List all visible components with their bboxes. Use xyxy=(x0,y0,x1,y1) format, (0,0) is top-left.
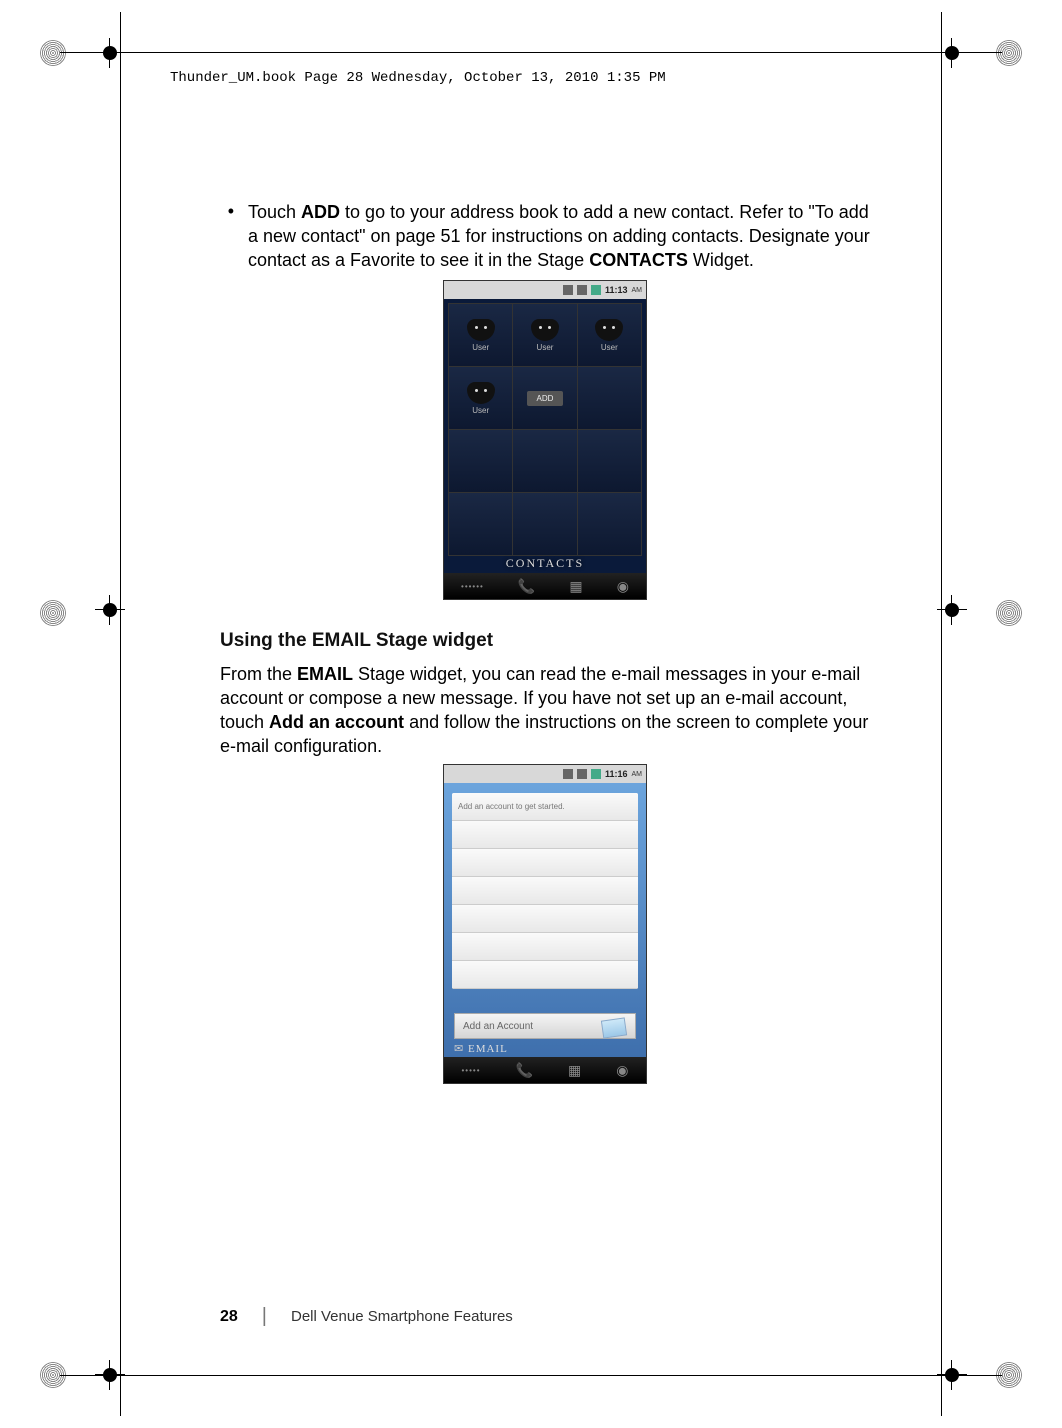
registration-mark xyxy=(996,600,1022,626)
page-dots-icon: •••••• xyxy=(461,582,484,591)
bottom-crop-line xyxy=(60,1375,1002,1376)
email-prompt-row: Add an account to get started. xyxy=(452,793,638,821)
widget-title: CONTACTS xyxy=(444,556,646,571)
bold-text: EMAIL xyxy=(297,664,353,684)
battery-icon xyxy=(591,769,601,779)
empty-cell xyxy=(449,430,512,492)
empty-cell xyxy=(578,493,641,555)
empty-cell xyxy=(578,430,641,492)
avatar-icon xyxy=(467,382,495,404)
email-row xyxy=(452,933,638,961)
bullet-item: • Touch ADD to go to your address book t… xyxy=(220,200,870,272)
nav-bar: •••••• 📞 ▦ ◉ xyxy=(444,573,646,599)
status-bar: 11:16 AM xyxy=(444,765,646,783)
contact-cell: User xyxy=(578,304,641,366)
clock-time: 11:13 xyxy=(605,285,628,295)
envelope-icon xyxy=(601,1017,627,1038)
text: to go to your address book to add a new … xyxy=(248,202,870,270)
phone-icon: 📞 xyxy=(518,578,535,595)
top-crop-line xyxy=(60,52,1002,53)
registration-mark xyxy=(40,40,66,66)
contact-label: User xyxy=(601,343,618,352)
widget-title: EMAIL xyxy=(454,1042,508,1055)
footer-title: Dell Venue Smartphone Features xyxy=(291,1308,513,1325)
empty-cell xyxy=(578,367,641,429)
avatar-icon xyxy=(467,319,495,341)
contact-cell: User xyxy=(449,367,512,429)
contact-label: User xyxy=(537,343,554,352)
page-dots-icon: ••••• xyxy=(462,1066,481,1075)
text: From the xyxy=(220,664,297,684)
bullet-text: Touch ADD to go to your address book to … xyxy=(248,200,870,272)
add-contact-cell: ADD xyxy=(513,367,576,429)
empty-cell xyxy=(449,493,512,555)
signal-icon xyxy=(563,285,573,295)
page-footer: 28 | Dell Venue Smartphone Features xyxy=(220,1305,513,1328)
clock-ampm: AM xyxy=(632,287,643,294)
bold-text: CONTACTS xyxy=(589,250,688,270)
email-row xyxy=(452,821,638,849)
footer-separator: | xyxy=(262,1305,267,1328)
network-icon xyxy=(577,285,587,295)
email-row xyxy=(452,961,638,989)
email-widget-screenshot: 11:16 AM Add an account to get started. A… xyxy=(443,764,647,1084)
contact-label: User xyxy=(472,406,489,415)
paragraph: From the EMAIL Stage widget, you can rea… xyxy=(220,662,870,758)
registration-mark xyxy=(996,40,1022,66)
contact-label: User xyxy=(472,343,489,352)
email-row xyxy=(452,905,638,933)
avatar-icon xyxy=(595,319,623,341)
nav-bar: ••••• 📞 ▦ ◉ xyxy=(444,1057,646,1083)
clock-ampm: AM xyxy=(632,771,643,778)
avatar-icon xyxy=(531,319,559,341)
phone-icon: 📞 xyxy=(516,1062,533,1079)
browser-icon: ◉ xyxy=(617,578,629,595)
apps-icon: ▦ xyxy=(568,1062,581,1079)
signal-icon xyxy=(563,769,573,779)
bullet-marker: • xyxy=(220,200,234,272)
network-icon xyxy=(577,769,587,779)
page-number: 28 xyxy=(220,1308,238,1326)
page-content: • Touch ADD to go to your address book t… xyxy=(220,200,870,1084)
email-list: Add an account to get started. xyxy=(452,793,638,989)
browser-icon: ◉ xyxy=(616,1062,628,1079)
bold-text: ADD xyxy=(301,202,340,222)
contact-cell: User xyxy=(449,304,512,366)
empty-cell xyxy=(513,430,576,492)
apps-icon: ▦ xyxy=(569,578,582,595)
text: Touch xyxy=(248,202,301,222)
bold-text: Add an account xyxy=(269,712,404,732)
email-row xyxy=(452,877,638,905)
contact-cell: User xyxy=(513,304,576,366)
add-button: ADD xyxy=(527,391,564,406)
email-row xyxy=(452,849,638,877)
registration-mark xyxy=(40,600,66,626)
battery-icon xyxy=(591,285,601,295)
empty-cell xyxy=(513,493,576,555)
status-bar: 11:13 AM xyxy=(444,281,646,299)
contacts-grid: User User User User ADD xyxy=(448,303,642,556)
section-heading: Using the EMAIL Stage widget xyxy=(220,630,870,652)
contacts-widget-screenshot: 11:13 AM User User User User ADD CONTACTS… xyxy=(443,280,647,600)
text: Widget. xyxy=(688,250,754,270)
clock-time: 11:16 xyxy=(605,769,628,779)
source-file-header: Thunder_UM.book Page 28 Wednesday, Octob… xyxy=(170,70,666,86)
